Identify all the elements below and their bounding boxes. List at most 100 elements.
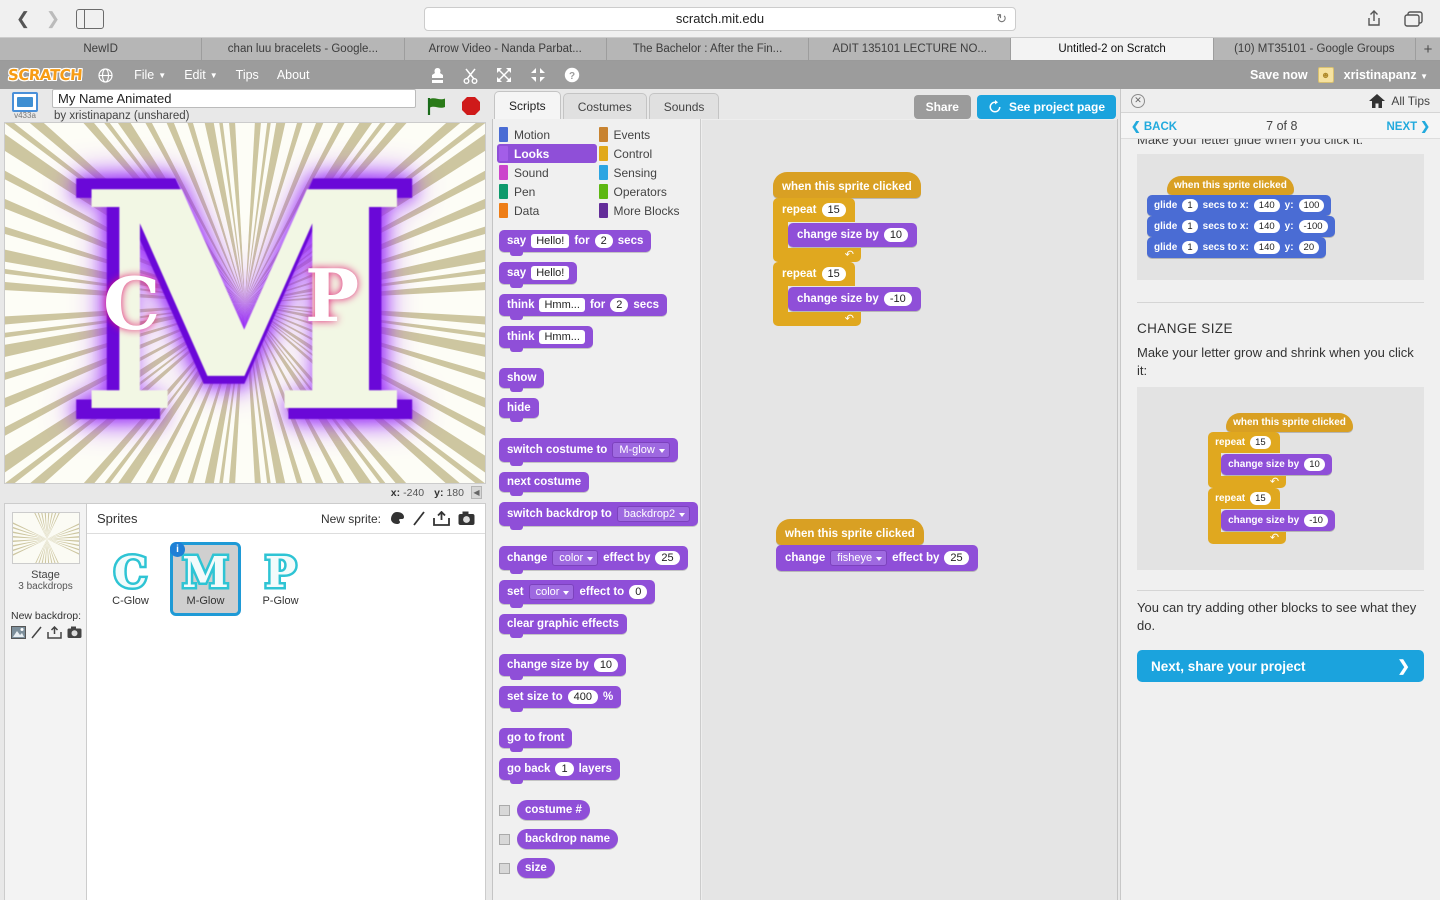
block-when-sprite-clicked[interactable]: when this sprite clicked [776,519,924,545]
block-text-input[interactable]: Hmm... [539,330,585,344]
url-bar[interactable]: scratch.mit.edu ↻ [424,6,1016,31]
palette-block-next-costume[interactable]: next costume [499,472,590,496]
account-menu[interactable]: xristinapanz ▼ [1344,68,1428,82]
palette-block-clear-effects[interactable]: clear graphic effects [499,614,627,638]
stage-thumbnail[interactable] [11,512,80,564]
palette-block-hide[interactable]: hide [499,398,539,422]
script-fisheye[interactable]: when this sprite clicked change fisheye … [776,519,1117,571]
collapse-left-icon[interactable]: ◀ [471,486,482,499]
tabs-overview-icon[interactable] [1404,10,1424,27]
block-number-input[interactable]: 1 [555,762,574,776]
block-repeat-loop[interactable]: repeat 15 change size by 10 ↶ [773,198,921,262]
reporter-checkbox[interactable] [499,804,510,816]
next-share-project-button[interactable]: Next, share your project ❯ [1137,650,1424,683]
stage-selector[interactable]: Stage 3 backdrops New backdrop: [5,504,87,900]
palette-block-set-size-to[interactable]: set size to 400 % [499,686,622,712]
green-flag-icon[interactable] [424,96,450,116]
block-dropdown[interactable]: M-glow [612,442,670,458]
repeat-header[interactable]: repeat 15 [773,262,855,286]
category-sensing[interactable]: Sensing [597,163,697,182]
block-text-input[interactable]: Hello! [531,266,570,280]
palette-block-say-for-secs[interactable]: say Hello! for 2 secs [499,230,652,256]
category-control[interactable]: Control [597,144,697,163]
browser-tab-active[interactable]: Untitled-2 on Scratch [1011,38,1214,60]
share-icon[interactable] [1366,10,1382,27]
block-dropdown[interactable]: color [528,584,575,600]
reporter-checkbox[interactable] [499,833,510,845]
block-when-sprite-clicked[interactable]: when this sprite clicked [773,172,921,198]
palette-block-go-back-layers[interactable]: go back 1 layers [499,758,620,784]
browser-tab[interactable]: Arrow Video - Nanda Parbat... [404,38,607,60]
tips-back-button[interactable]: ❮ BACK [1131,119,1177,133]
palette-block-say[interactable]: say Hello! [499,262,578,288]
palette-block-show[interactable]: show [499,368,545,392]
category-more-blocks[interactable]: More Blocks [597,201,697,220]
block-number-input[interactable]: 400 [567,690,598,704]
stamp-icon[interactable] [430,67,445,84]
scratch-logo[interactable]: SCRATCH [7,66,96,84]
menu-file[interactable]: File ▼ [125,61,175,89]
camera-icon[interactable] [67,626,82,639]
shrink-icon[interactable] [530,67,546,83]
forward-icon[interactable]: ❯ [40,8,66,30]
script-change-size[interactable]: when this sprite clicked repeat 15 chang… [773,172,921,326]
scissors-icon[interactable] [463,67,478,84]
help-icon[interactable]: ? [564,67,580,83]
browser-tab[interactable]: NewID [0,38,203,60]
reporter-block[interactable]: size [517,858,555,878]
library-icon[interactable] [11,626,26,639]
palette-block-think[interactable]: think Hmm... [499,326,593,352]
block-number-input[interactable]: 2 [594,234,613,248]
block-number-input[interactable]: 15 [821,203,846,217]
category-data[interactable]: Data [497,201,597,220]
block-number-input[interactable]: -10 [883,292,912,306]
stop-sign-icon[interactable] [458,96,484,116]
share-button[interactable]: Share [913,95,971,119]
repeat-header[interactable]: repeat 15 [773,198,855,222]
block-number-input[interactable]: 2 [610,298,629,312]
category-pen[interactable]: Pen [497,182,597,201]
see-project-page-button[interactable]: See project page [976,95,1116,119]
block-repeat-loop[interactable]: repeat 15 change size by -10 ↶ [773,262,921,326]
browser-tab[interactable]: (10) MT35101 - Google Groups [1213,38,1416,60]
stage-sprite-P[interactable]: P [305,253,359,338]
sidebar-toggle-icon[interactable] [76,8,104,29]
palette-block-change-size-by[interactable]: change size by 10 [499,654,627,680]
tips-next-button[interactable]: NEXT ❯ [1386,119,1430,133]
category-looks[interactable]: Looks [497,144,597,163]
block-text-input[interactable]: Hmm... [539,298,585,312]
block-palette[interactable]: Motion Looks Sound Pen Data Events Contr… [493,119,701,900]
library-icon[interactable] [389,511,405,526]
scripts-canvas[interactable]: when this sprite clicked repeat 15 chang… [701,119,1117,900]
new-tab-button[interactable]: + [1415,38,1440,60]
reporter-block[interactable]: costume # [517,800,590,820]
globe-icon[interactable] [98,67,113,83]
block-number-input[interactable]: 10 [883,228,909,242]
tips-content[interactable]: Make your letter glide when you click it… [1121,139,1440,900]
sprite-info-icon[interactable]: i [170,542,185,557]
sprite-card-m-glow[interactable]: i M M-Glow [170,542,241,616]
close-icon[interactable]: ✕ [1131,93,1145,108]
browser-tab[interactable]: The Bachelor : After the Fin... [606,38,810,60]
block-dropdown[interactable]: backdrop2 [616,506,691,522]
palette-block-go-to-front[interactable]: go to front [499,728,573,752]
block-dropdown[interactable]: fisheye [830,550,888,566]
sprite-card-c-glow[interactable]: C C-Glow [95,542,166,616]
all-tips-link[interactable]: All Tips [1369,93,1430,108]
stage-size-control[interactable]: v433a [6,91,44,120]
palette-block-change-effect[interactable]: change color effect by 25 [499,546,688,574]
category-events[interactable]: Events [597,125,697,144]
palette-block-switch-costume[interactable]: switch costume to M-glow [499,438,678,466]
block-number-input[interactable]: 10 [593,658,619,672]
fullscreen-stage-icon[interactable] [12,91,38,112]
user-avatar-icon[interactable]: ☻ [1317,67,1334,83]
reload-icon[interactable]: ↻ [996,11,1007,27]
block-number-input[interactable]: 0 [629,585,648,599]
reporter-checkbox[interactable] [499,862,510,874]
block-change-effect-by[interactable]: change fisheye effect by 25 [776,545,978,571]
block-number-input[interactable]: 25 [944,551,969,565]
stage-display[interactable]: M M C P [4,122,486,484]
block-number-input[interactable]: 25 [655,551,680,565]
tab-scripts[interactable]: Scripts [494,91,561,119]
palette-block-set-effect[interactable]: set color effect to 0 [499,580,656,608]
